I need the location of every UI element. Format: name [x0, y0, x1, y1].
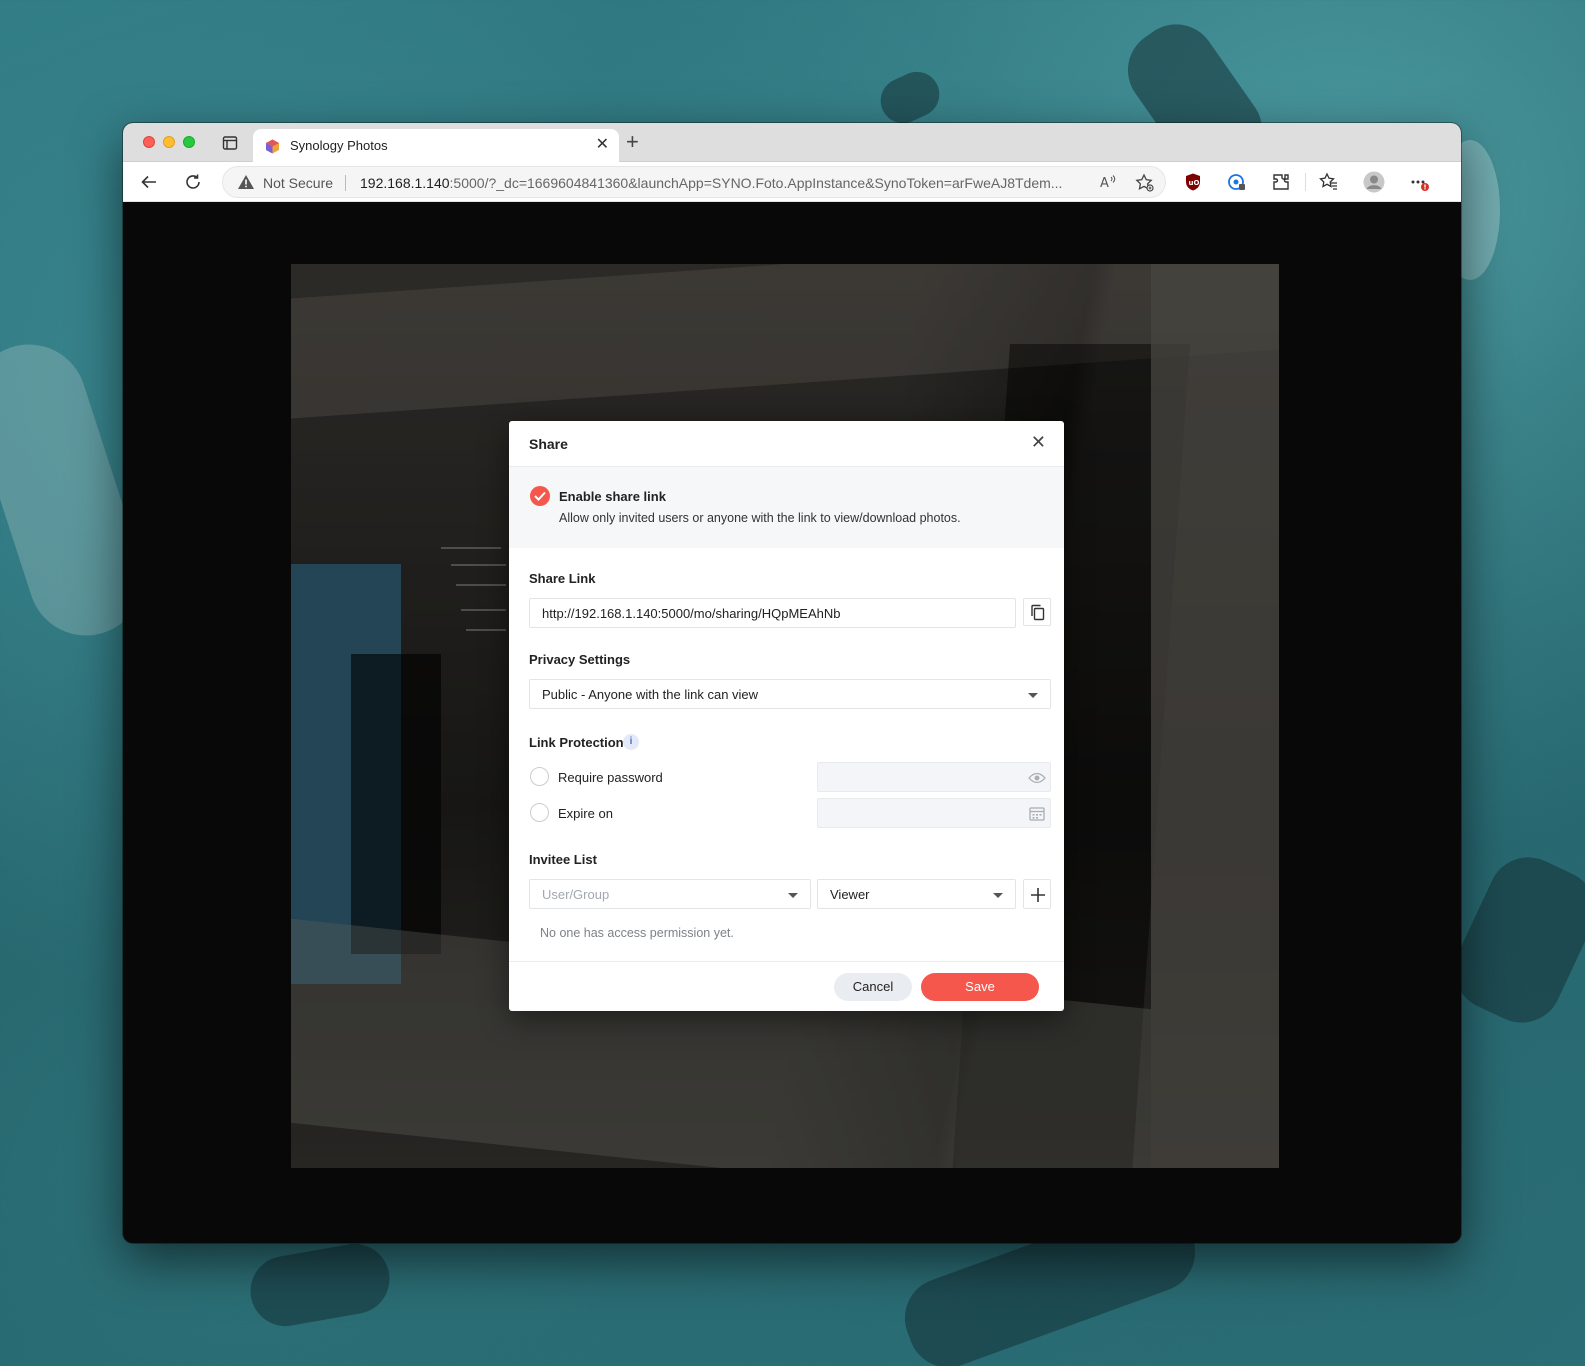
close-window-button[interactable]	[143, 136, 155, 148]
page-viewport: Share ✕ Enable share link Allow only inv…	[123, 202, 1461, 1243]
checkmark-icon	[534, 491, 546, 501]
url-host: 192.168.1.140	[360, 175, 450, 191]
browser-window: Synology Photos ✕ + Not Secure 192.168.1…	[123, 123, 1461, 1243]
eye-icon[interactable]	[1028, 771, 1046, 785]
expire-on-checkbox[interactable]	[530, 803, 549, 822]
extensions-icon[interactable]	[1271, 172, 1291, 192]
profile-avatar[interactable]	[1363, 171, 1385, 193]
add-favorite-icon[interactable]	[1135, 173, 1155, 193]
tab-strip: Synology Photos ✕ +	[123, 123, 1461, 163]
require-password-label[interactable]: Require password	[558, 770, 663, 785]
ublock-icon[interactable]: uO	[1183, 172, 1203, 192]
expire-date-input[interactable]	[817, 798, 1051, 828]
svg-text:A: A	[1100, 176, 1109, 191]
wallpaper-shape	[244, 1238, 396, 1332]
address-bar[interactable]: Not Secure 192.168.1.140:5000/?_dc=16696…	[222, 166, 1166, 198]
info-icon[interactable]: i	[623, 734, 639, 750]
password-input[interactable]	[817, 762, 1051, 792]
synology-photos-favicon	[265, 139, 280, 154]
reload-icon[interactable]	[183, 172, 203, 192]
chevron-down-icon	[788, 893, 798, 898]
role-value: Viewer	[830, 887, 870, 902]
user-group-select[interactable]: User/Group	[529, 879, 811, 909]
toolbar-separator	[1305, 173, 1306, 191]
role-select[interactable]: Viewer	[817, 879, 1016, 909]
privacy-settings-select[interactable]: Public - Anyone with the link can view	[529, 679, 1051, 709]
expire-on-label[interactable]: Expire on	[558, 806, 613, 821]
share-dialog: Share ✕ Enable share link Allow only inv…	[509, 421, 1064, 1011]
require-password-checkbox[interactable]	[530, 767, 549, 786]
close-icon[interactable]: ✕	[1031, 433, 1046, 451]
svg-text:uO: uO	[1189, 179, 1200, 187]
enable-share-description: Allow only invited users or anyone with …	[559, 511, 961, 525]
copy-icon	[1031, 604, 1045, 621]
minimize-window-button[interactable]	[163, 136, 175, 148]
more-menu-icon[interactable]	[1409, 172, 1429, 192]
privacy-settings-label: Privacy Settings	[529, 652, 631, 667]
dialog-title: Share	[529, 436, 568, 452]
browser-toolbar: Not Secure 192.168.1.140:5000/?_dc=16696…	[123, 162, 1461, 202]
invitee-empty-message: No one has access permission yet.	[540, 926, 734, 940]
plus-icon	[1031, 888, 1045, 902]
share-link-field[interactable]: http://192.168.1.140:5000/mo/sharing/HQp…	[529, 598, 1016, 628]
cancel-button[interactable]: Cancel	[834, 973, 912, 1001]
privacy-settings-value: Public - Anyone with the link can view	[542, 687, 759, 702]
zoom-window-button[interactable]	[183, 136, 195, 148]
tab-actions-icon[interactable]	[221, 134, 239, 152]
dialog-footer-divider	[509, 961, 1064, 962]
share-link-value: http://192.168.1.140:5000/mo/sharing/HQp…	[542, 606, 841, 621]
read-aloud-icon[interactable]: A	[1099, 173, 1117, 191]
warning-icon[interactable]	[237, 174, 255, 190]
tab-synology-photos[interactable]: Synology Photos ✕	[253, 129, 619, 163]
invitee-list-label: Invitee List	[529, 852, 597, 867]
copy-link-button[interactable]	[1023, 598, 1051, 626]
calendar-icon[interactable]	[1029, 806, 1045, 821]
url-text[interactable]: 192.168.1.140:5000/?_dc=1669604841360&la…	[360, 175, 1095, 191]
wallpaper-shape	[1441, 844, 1585, 1036]
wallpaper-shape	[873, 64, 947, 131]
chevron-down-icon	[993, 893, 1003, 898]
security-label[interactable]: Not Secure	[263, 175, 333, 191]
save-button[interactable]: Save	[921, 973, 1039, 1001]
new-tab-button[interactable]: +	[626, 131, 639, 153]
back-arrow-icon[interactable]	[139, 172, 159, 192]
tab-close-icon[interactable]: ✕	[596, 136, 609, 154]
dialog-header: Share ✕	[509, 421, 1064, 467]
tab-title: Synology Photos	[290, 138, 388, 153]
enable-share-section: Enable share link Allow only invited use…	[509, 467, 1064, 548]
add-invitee-button[interactable]	[1023, 879, 1051, 909]
share-link-label: Share Link	[529, 571, 596, 586]
password-manager-icon[interactable]	[1227, 172, 1247, 192]
enable-share-checkbox[interactable]	[530, 486, 550, 506]
user-group-placeholder: User/Group	[542, 887, 610, 902]
link-protection-label: Link Protection	[529, 735, 624, 750]
favorites-icon[interactable]	[1319, 172, 1339, 192]
enable-share-title[interactable]: Enable share link	[559, 489, 666, 504]
chevron-down-icon	[1028, 693, 1038, 698]
url-rest: :5000/?_dc=1669604841360&launchApp=SYNO.…	[449, 175, 1063, 191]
address-separator	[345, 175, 346, 191]
